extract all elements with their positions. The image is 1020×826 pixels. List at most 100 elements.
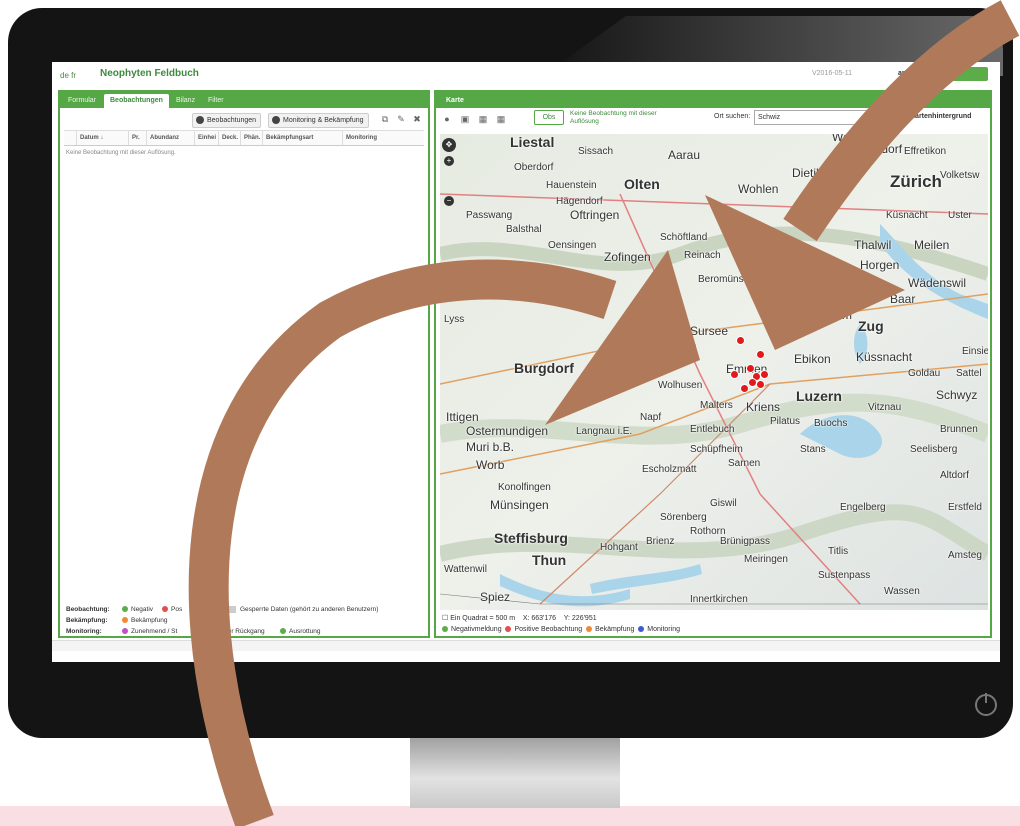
place-horgen: Horgen xyxy=(860,258,900,272)
search-input[interactable]: Schwiz xyxy=(754,110,875,125)
col-monitoring[interactable]: Monitoring xyxy=(342,131,426,145)
edit-icon[interactable]: ✎ xyxy=(394,113,408,126)
col-pr[interactable]: Pr. xyxy=(128,131,146,145)
header-button[interactable] xyxy=(952,67,988,81)
zoom-in-icon[interactable]: + xyxy=(444,156,454,166)
place-oftringen: Oftringen xyxy=(570,208,620,222)
legend-beobachtung: Beobachtung: Negativ Pos Gesperrte Daten… xyxy=(66,605,426,615)
observation-marker[interactable] xyxy=(740,384,749,393)
map-legend: Negativmeldung Positive Beobachtung Bekä… xyxy=(442,626,680,633)
place-dietikon: Dietikon xyxy=(792,166,836,180)
left-tabbar: Formular Beobachtungen Bilanz Filter xyxy=(60,92,428,108)
red-dot-icon xyxy=(505,626,512,633)
place-einsiedeln: Einsie xyxy=(962,346,988,357)
map-background-select[interactable]: Kartenhintergrund xyxy=(910,113,971,120)
language-switch[interactable]: de fr xyxy=(60,71,76,80)
observation-marker[interactable] xyxy=(730,370,739,379)
place-muensingen: Münsingen xyxy=(490,498,549,512)
monitor-stand xyxy=(410,734,620,808)
pan-icon[interactable]: ✥ xyxy=(442,138,456,152)
tab-beobachtungen[interactable]: Beobachtungen xyxy=(104,94,169,108)
tab-filter[interactable]: Filter xyxy=(202,94,230,108)
place-kuesnacht: Küsnacht xyxy=(886,210,928,221)
scale-label: Ein Quadrat = 500 m xyxy=(450,615,516,622)
place-sursee: Sursee xyxy=(690,324,729,338)
place-bruenigpass: Brünigpass xyxy=(720,536,771,547)
coord-x: X: 663'176 xyxy=(522,615,557,622)
gray-box-icon xyxy=(218,605,236,613)
col-datum[interactable]: Datum ↓ xyxy=(76,131,128,145)
floor-band xyxy=(0,806,1020,826)
grid-icon[interactable]: ▦ xyxy=(476,113,490,126)
place-liestal: Liestal xyxy=(510,134,555,150)
map-view[interactable]: Liestal Sissach Aarau Olten Zürich Dieti… xyxy=(440,134,988,610)
map-legend-negativ: Negativmeldung xyxy=(442,626,502,633)
place-malters: Malters xyxy=(700,400,733,411)
place-engelberg: Engelberg xyxy=(840,502,886,513)
place-effretikon: Effretikon xyxy=(904,146,947,157)
observation-marker[interactable] xyxy=(756,350,765,359)
grid-checkbox[interactable]: ☐ xyxy=(442,615,448,622)
place-brunnen: Brunnen xyxy=(940,424,978,435)
power-icon[interactable] xyxy=(975,693,997,716)
tab-formular[interactable]: Formular xyxy=(62,94,102,108)
legend-ausrottung: Ausrottung xyxy=(280,627,320,637)
place-schuepfheim: Schüpfheim xyxy=(690,444,743,455)
blue-dot-icon xyxy=(638,626,645,633)
delete-icon[interactable]: ✖ xyxy=(410,113,424,126)
observation-marker[interactable] xyxy=(760,370,769,379)
legend-negativ: Negativ xyxy=(122,605,153,615)
tiles-icon[interactable]: ▦ xyxy=(494,113,508,126)
map-toolbar: ● ▣ ▦ ▦ xyxy=(436,110,990,128)
place-wettingen: Wettingen xyxy=(832,134,886,144)
place-thun: Thun xyxy=(532,552,567,568)
place-amsteg: Amsteg xyxy=(948,550,982,561)
purple-dot-icon xyxy=(122,628,128,635)
left-toolbar: Beobachtungen Monitoring & Bekämpfung ⧉ … xyxy=(60,110,428,128)
bottom-band xyxy=(52,640,1000,651)
map-legend-monitoring: Monitoring xyxy=(638,626,680,633)
place-wolhusen: Wolhusen xyxy=(658,380,703,391)
place-sarnen: Sarnen xyxy=(728,458,761,469)
legend-gesperrt: Gesperrte Daten (gehört zu anderen Benut… xyxy=(218,605,378,615)
app-header: de fr Neophyten Feldbuch V2016-05-11 an xyxy=(52,62,1000,90)
place-langnau: Langnau i.E. xyxy=(576,426,633,437)
place-lyss: Lyss xyxy=(444,314,465,325)
observation-marker[interactable] xyxy=(756,380,765,389)
monitoring-button[interactable]: Monitoring & Bekämpfung xyxy=(268,113,369,128)
place-sustenpass: Sustenpass xyxy=(818,570,871,581)
place-kuessnacht: Küssnacht xyxy=(856,350,913,364)
map-panel: Karte ● ▣ ▦ ▦ Obs Keine Beobachtung mit … xyxy=(434,90,992,638)
place-zofingen: Zofingen xyxy=(604,250,651,264)
image-icon[interactable]: ▣ xyxy=(458,113,472,126)
col-abundanz[interactable]: Abundanz xyxy=(146,131,194,145)
copy-icon[interactable]: ⧉ xyxy=(378,113,392,126)
zoom-out-icon[interactable]: − xyxy=(444,196,454,206)
screen: de fr Neophyten Feldbuch V2016-05-11 an … xyxy=(52,62,1000,662)
col-deckung[interactable]: Deck. xyxy=(218,131,240,145)
col-bekaempfungsart[interactable]: Bekämpfungsart xyxy=(262,131,342,145)
circle-icon[interactable]: ● xyxy=(440,113,454,126)
legend-monitoring-label: Monitoring: xyxy=(66,628,102,635)
tab-karte[interactable]: Karte xyxy=(440,94,470,108)
place-schoeftland: Schöftland xyxy=(660,232,708,243)
observations-panel: Formular Beobachtungen Bilanz Filter Beo… xyxy=(58,90,430,638)
place-baar: Baar xyxy=(890,292,916,306)
place-hochdorf: Hochdorf xyxy=(770,304,811,315)
observation-marker[interactable] xyxy=(736,336,745,345)
place-wohlen: Wohlen xyxy=(738,182,779,196)
tab-bilanz[interactable]: Bilanz xyxy=(170,94,201,108)
place-innertkirchen: Innertkirchen xyxy=(690,594,748,605)
place-beromuenster: Beromünster xyxy=(698,274,756,285)
place-oberdorf: Oberdorf xyxy=(514,162,554,173)
map-info-row: ☐ Ein Quadrat = 500 m X: 663'176 Y: 226'… xyxy=(442,614,597,622)
monitor-frame: de fr Neophyten Feldbuch V2016-05-11 an … xyxy=(8,8,1013,738)
beobachtungen-button[interactable]: Beobachtungen xyxy=(192,113,262,128)
col-phaenologie[interactable]: Phän. xyxy=(240,131,262,145)
col-einheit[interactable]: Einhei xyxy=(194,131,218,145)
place-zug: Zug xyxy=(858,318,884,334)
user-name[interactable]: an xyxy=(898,70,906,77)
obs-button[interactable]: Obs xyxy=(534,110,564,125)
map-legend-bekaempfung: Bekämpfung xyxy=(586,626,634,633)
place-pilatus: Pilatus xyxy=(770,416,801,427)
